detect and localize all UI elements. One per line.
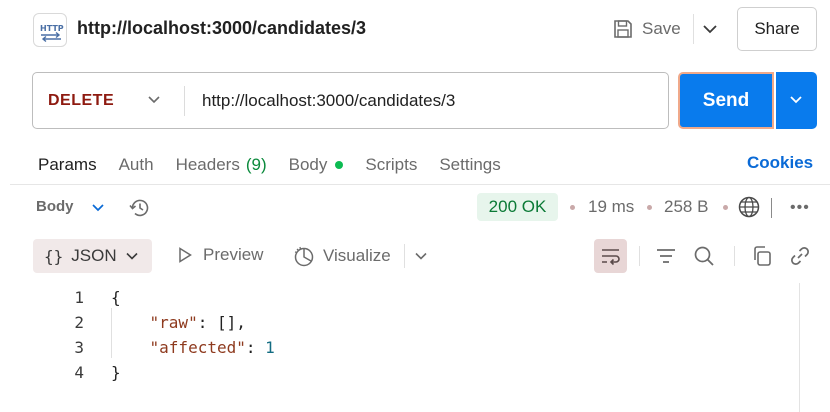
- link-icon[interactable]: [789, 245, 811, 267]
- search-icon[interactable]: [693, 245, 715, 267]
- json-value: : [],: [197, 313, 246, 332]
- method-select[interactable]: DELETE: [48, 92, 114, 110]
- format-label: JSON: [71, 246, 117, 265]
- line-number: 4: [74, 363, 84, 382]
- divider: [734, 246, 735, 266]
- divider: [693, 14, 694, 44]
- divider: [10, 184, 830, 185]
- tab-settings[interactable]: Settings: [439, 153, 500, 177]
- method-chevron-icon[interactable]: [146, 91, 162, 109]
- request-tabs: Params Auth Headers (9) Body Scripts Set…: [38, 153, 523, 177]
- line-number: 2: [74, 313, 84, 332]
- visualize-label: Visualize: [323, 246, 391, 265]
- separator-dot: [570, 205, 575, 210]
- braces-icon: {}: [44, 246, 64, 266]
- save-options-chevron-icon[interactable]: [700, 18, 720, 40]
- save-label: Save: [642, 19, 681, 38]
- preview-label: Preview: [203, 245, 264, 264]
- history-icon[interactable]: [128, 196, 152, 220]
- divider: [771, 198, 772, 218]
- visualize-icon: [294, 246, 314, 267]
- code-line[interactable]: "raw": [],: [111, 313, 246, 332]
- tab-body[interactable]: Body: [289, 153, 344, 177]
- svg-text:HTTP: HTTP: [40, 24, 64, 33]
- code-line[interactable]: }: [111, 363, 121, 382]
- chevron-down-icon: [790, 96, 802, 104]
- save-icon: [614, 20, 632, 38]
- request-title[interactable]: http://localhost:3000/candidates/3: [77, 18, 366, 39]
- json-key: "affected": [149, 338, 246, 357]
- json-value: 1: [265, 338, 275, 357]
- copy-icon[interactable]: [751, 245, 773, 267]
- more-options-icon[interactable]: •••: [790, 199, 810, 217]
- tab-auth[interactable]: Auth: [119, 153, 154, 177]
- headers-count: (9): [245, 155, 267, 174]
- response-time[interactable]: 19 ms: [588, 197, 634, 217]
- visualize-button[interactable]: Visualize: [293, 245, 391, 267]
- divider: [184, 86, 185, 116]
- wrap-lines-icon: [602, 249, 620, 266]
- cookies-link[interactable]: Cookies: [747, 153, 813, 173]
- play-icon: [179, 247, 192, 263]
- code-line[interactable]: "affected": 1: [111, 338, 275, 357]
- request-header: HTTP http://localhost:3000/candidates/3 …: [0, 0, 830, 58]
- separator-dot: [723, 205, 728, 210]
- format-select[interactable]: {} JSON: [33, 239, 152, 273]
- url-bar: DELETE http://localhost:3000/candidates/…: [32, 72, 669, 129]
- filter-icon[interactable]: [655, 245, 677, 267]
- body-indicator-dot: [335, 161, 344, 169]
- url-input[interactable]: http://localhost:3000/candidates/3: [202, 91, 455, 111]
- line-number: 3: [74, 338, 84, 357]
- visualize-options-chevron-icon[interactable]: [412, 247, 430, 265]
- chevron-down-icon: [126, 252, 138, 260]
- tab-scripts[interactable]: Scripts: [365, 153, 417, 177]
- divider: [639, 246, 640, 266]
- tab-params[interactable]: Params: [38, 153, 97, 177]
- save-button[interactable]: Save: [612, 14, 681, 44]
- json-key: "raw": [149, 313, 198, 332]
- editor-scrollbar[interactable]: [799, 283, 800, 412]
- code-line[interactable]: {: [111, 288, 121, 307]
- response-body-select[interactable]: Body: [36, 198, 74, 215]
- share-button[interactable]: Share: [737, 7, 817, 51]
- http-icon: HTTP: [33, 13, 67, 47]
- response-size[interactable]: 258 B: [664, 197, 708, 217]
- preview-button[interactable]: Preview: [176, 245, 263, 265]
- globe-icon[interactable]: [737, 195, 761, 219]
- send-button[interactable]: Send: [678, 72, 774, 129]
- status-badge[interactable]: 200 OK: [477, 193, 558, 221]
- tab-body-label: Body: [288, 155, 328, 174]
- json-separator: :: [245, 338, 266, 357]
- wrap-lines-button[interactable]: [594, 239, 627, 273]
- line-number: 1: [74, 288, 84, 307]
- send-options-button[interactable]: [776, 72, 817, 129]
- tab-headers[interactable]: Headers (9): [176, 153, 267, 177]
- tab-headers-label: Headers: [175, 155, 240, 174]
- chevron-down-icon[interactable]: [90, 200, 106, 216]
- divider: [404, 244, 405, 268]
- separator-dot: [647, 205, 652, 210]
